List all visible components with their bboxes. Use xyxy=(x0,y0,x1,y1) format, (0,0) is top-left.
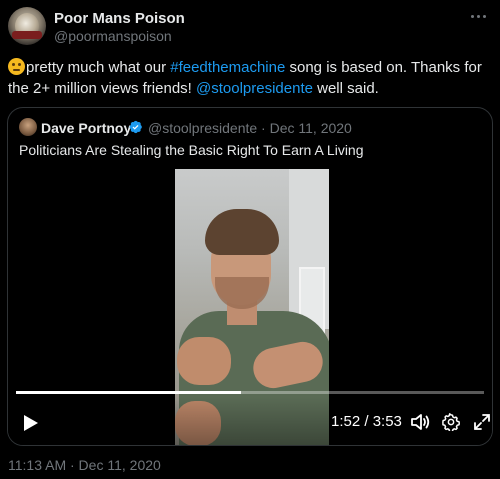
quoted-author-meta[interactable]: @stoolpresidente · Dec 11, 2020 xyxy=(148,120,352,136)
mention-link[interactable]: @stoolpresidente xyxy=(196,80,313,97)
tweet-text-pre: pretty much what our xyxy=(26,59,171,76)
video-progress-fill xyxy=(16,391,241,394)
author-handle[interactable]: @poormanspoison xyxy=(54,28,172,44)
author-avatar[interactable] xyxy=(8,7,46,45)
author-name[interactable]: Poor Mans Poison xyxy=(54,10,185,27)
tweet-text-post: well said. xyxy=(312,80,379,97)
video-time: 1:52 / 3:53 xyxy=(331,413,402,430)
quoted-author-name[interactable]: Dave Portnoy xyxy=(41,120,131,136)
hashtag-link[interactable]: #feedthemachine xyxy=(170,59,285,76)
expand-icon[interactable] xyxy=(473,413,491,431)
play-icon[interactable] xyxy=(23,414,39,432)
quoted-author-avatar[interactable] xyxy=(19,118,37,136)
verified-badge-icon xyxy=(129,120,142,134)
quoted-tweet[interactable]: Dave Portnoy @stoolpresidente · Dec 11, … xyxy=(7,107,493,446)
more-horizontal-icon[interactable] xyxy=(466,8,490,24)
tweet-text: pretty much what our #feedthemachine son… xyxy=(8,57,494,99)
thinking-face-icon xyxy=(8,58,25,75)
video-player[interactable] xyxy=(8,169,492,445)
volume-icon[interactable] xyxy=(410,413,430,431)
tweet-timestamp[interactable]: 11:13 AM · Dec 11, 2020 xyxy=(8,457,161,473)
quoted-tweet-text: Politicians Are Stealing the Basic Right… xyxy=(19,142,364,158)
video-progress-bar[interactable] xyxy=(16,391,484,394)
gear-icon[interactable] xyxy=(442,413,460,431)
tweet: Poor Mans Poison @poormanspoison pretty … xyxy=(0,0,500,479)
